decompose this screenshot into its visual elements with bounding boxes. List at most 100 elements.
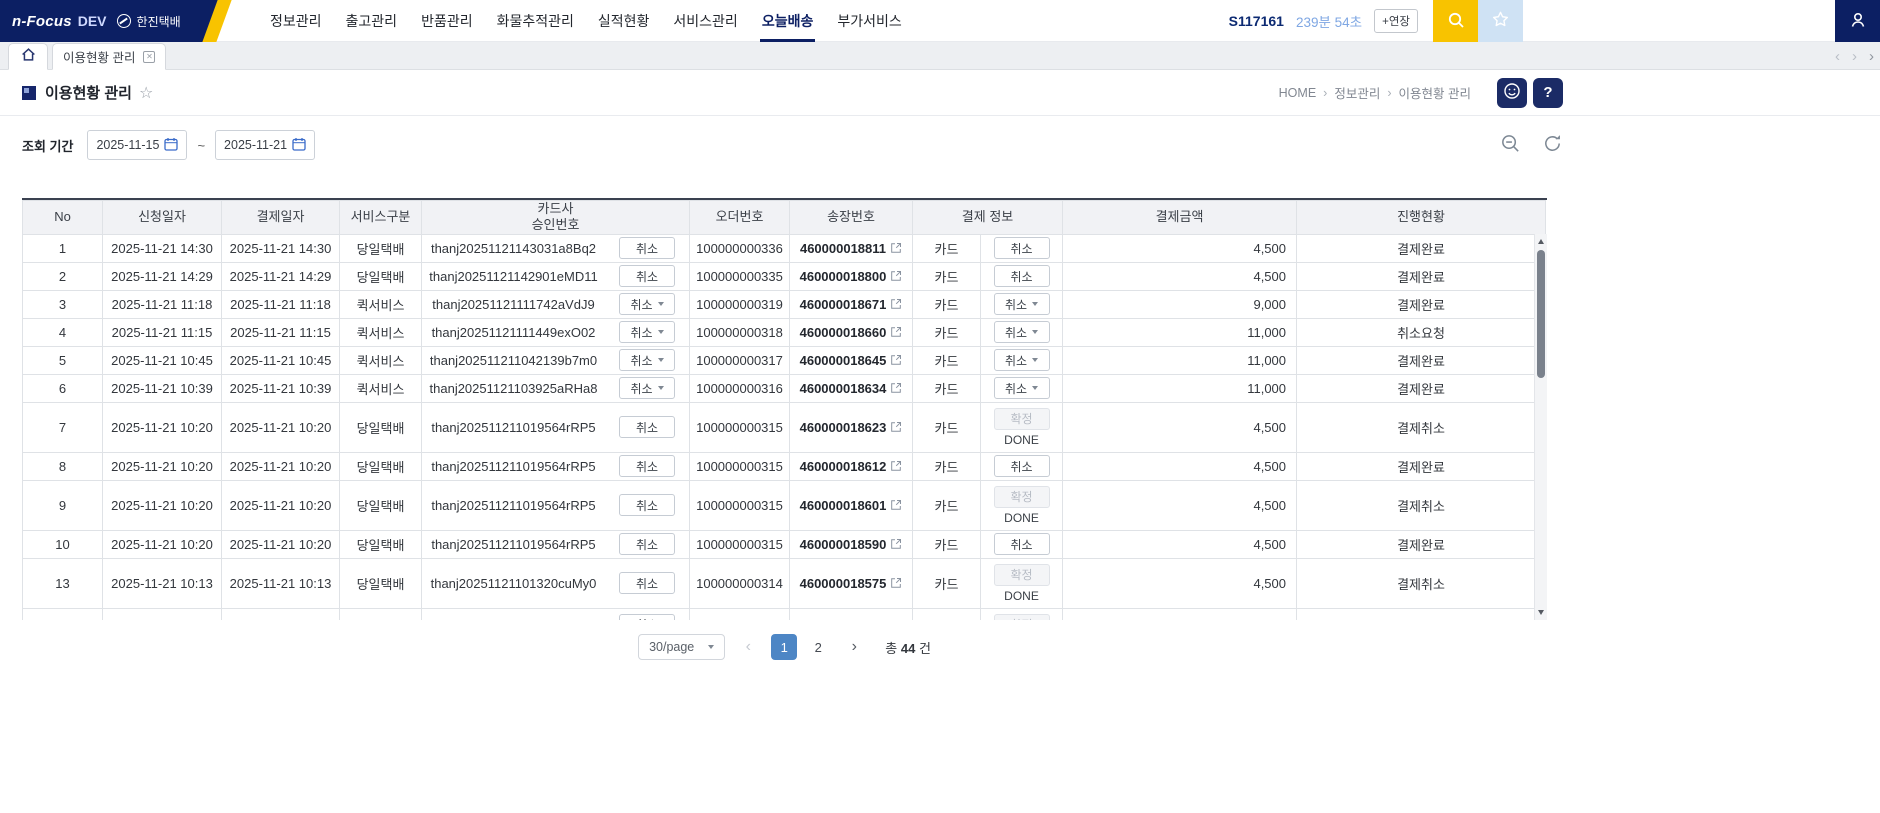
tab-scroll-right-icon[interactable]: › [1852,48,1857,65]
pagination-page-1[interactable]: 1 [771,634,797,660]
chevron-down-icon [658,330,664,334]
payment-cancel-button[interactable]: 취소 [994,237,1050,259]
profile-button[interactable] [1835,0,1880,42]
breadcrumb-item[interactable]: HOME [1279,86,1317,100]
cell-service-type: 퀵서비스 [340,346,422,374]
vertical-scrollbar[interactable] [1534,234,1547,620]
invoice-external-link-icon[interactable] [890,298,902,310]
payment-cancel-button[interactable]: 취소 [994,455,1050,477]
cell-status: 결제완료 [1297,262,1546,290]
chevron-down-icon [1032,302,1038,306]
invoice-external-link-icon[interactable] [890,326,902,338]
approval-number: thanj20251121111449exO02 [422,325,605,340]
cell-pay-method: 카드 [913,262,981,290]
scrollbar-thumb[interactable] [1537,250,1545,378]
cell-no [23,608,103,620]
payment-cancel-button[interactable]: 취소 [994,533,1050,555]
invoice-external-link-icon[interactable] [890,460,902,472]
breadcrumb-item[interactable]: 이용현황 관리 [1399,83,1471,102]
calendar-icon[interactable] [292,137,306,154]
approval-cancel-button[interactable]: 취소 [619,377,675,399]
invoice-number: 460000018590 [800,537,887,552]
nav-item-5[interactable]: 실적현황 [596,0,652,42]
cell-request-date: 2025-11-21 11:18 [103,290,222,318]
cell-payment-date: 2025-11-21 11:18 [222,290,340,318]
payment-cancel-button[interactable]: 취소 [994,321,1050,343]
cell-invoice-no: 460000018671 [790,290,913,318]
approval-cancel-button[interactable]: 취소 [619,265,675,287]
invoice-external-link-icon[interactable] [890,354,902,366]
pagination-prev[interactable]: ‹ [735,634,761,660]
nav-item-4[interactable]: 화물추적관리 [495,0,576,42]
nav-item-1[interactable]: 정보관리 [268,0,324,42]
cell-payment-date: 2025-11-21 10:13 [222,558,340,608]
nav-item-8[interactable]: 부가서비스 [835,0,903,42]
approval-cancel-button[interactable]: 취소 [619,455,675,477]
cell-pay-method: 카드 [913,480,981,530]
calendar-icon[interactable] [164,137,178,154]
cell-approval: thanj202511211019564rRP5취소 [422,452,690,480]
scroll-up-icon[interactable] [1538,239,1544,244]
payment-cancel-button[interactable]: 취소 [994,349,1050,371]
invoice-external-link-icon[interactable] [890,538,902,550]
payment-cancel-button[interactable]: 취소 [994,293,1050,315]
grid-body: 12025-11-21 14:302025-11-21 14:30당일택배tha… [23,234,1546,620]
favorites-button[interactable] [1478,0,1523,42]
extend-session-button[interactable]: +연장 [1374,9,1418,33]
invoice-external-link-icon[interactable] [890,499,902,511]
invoice-external-link-icon[interactable] [890,382,902,394]
help-button[interactable]: ? [1533,78,1563,108]
usage-table: No 신청일자 결제일자 서비스구분 카드사 승인번호 오더번호 송장번호 결제… [22,200,1546,620]
tab-usage-management[interactable]: 이용현황 관리 ✕ [52,43,166,70]
scroll-down-icon[interactable] [1538,610,1544,615]
tab-scroll-left-icon[interactable]: ‹ [1835,48,1840,65]
collapse-search-button[interactable] [1499,132,1522,158]
approval-cancel-button[interactable]: 취소 [619,293,675,315]
payment-cancel-button[interactable]: 취소 [994,265,1050,287]
tab-overflow-icon[interactable]: › [1869,48,1874,65]
date-from-input[interactable]: 2025-11-15 [87,130,187,160]
table-row: 42025-11-21 11:152025-11-21 11:15퀵서비스tha… [23,318,1546,346]
global-search-button[interactable] [1433,0,1478,42]
invoice-external-link-icon[interactable] [890,577,902,589]
breadcrumb-item[interactable]: 정보관리 [1334,83,1380,102]
payment-confirm-button: 확정 [994,408,1050,430]
pagination-next[interactable]: › [841,634,867,660]
date-to-input[interactable]: 2025-11-21 [215,130,315,160]
refresh-button[interactable] [1542,133,1563,157]
tab-close-icon[interactable]: ✕ [143,51,155,63]
cell-amount: 11,000 [1063,346,1297,374]
table-row: 32025-11-21 11:182025-11-21 11:18퀵서비스tha… [23,290,1546,318]
page-size-select[interactable]: 30/page [638,634,725,660]
approval-cancel-button[interactable]: 취소 [619,572,675,594]
feedback-button[interactable] [1497,78,1527,108]
cell-no: 1 [23,234,103,262]
pagination-page-2[interactable]: 2 [805,634,831,660]
approval-cancel-button[interactable]: 취소 [619,416,675,438]
approval-cancel-button[interactable]: 취소 [619,321,675,343]
nav-item-6[interactable]: 서비스관리 [671,0,739,42]
approval-cancel-button[interactable]: 취소 [619,349,675,371]
invoice-external-link-icon[interactable] [890,242,902,254]
col-request-date: 신청일자 [103,201,222,235]
star-icon [1491,10,1510,32]
approval-cancel-button[interactable]: 취소 [619,533,675,555]
favorite-page-icon[interactable]: ☆ [139,83,153,103]
cell-order-no [690,608,790,620]
app-logo[interactable]: n-Focus DEV 한진택배 [0,0,250,42]
approval-cancel-button[interactable]: 취소 [619,494,675,516]
cell-request-date: 2025-11-21 14:29 [103,262,222,290]
approval-number: thanj20251121111742aVdJ9 [422,297,605,312]
nav-item-7[interactable]: 오늘배송 [760,0,816,42]
cell-payment-date [222,608,340,620]
nav-item-3[interactable]: 반품관리 [419,0,475,42]
invoice-external-link-icon[interactable] [890,270,902,282]
approval-cancel-button[interactable]: 취소 [619,614,675,621]
home-tab[interactable] [8,43,48,70]
payment-cancel-button[interactable]: 취소 [994,377,1050,399]
top-bar: n-Focus DEV 한진택배 정보관리 출고관리 반품관리 화물추적관리 실적현황 서… [0,0,1880,42]
nav-item-2[interactable]: 출고관리 [344,0,400,42]
cell-approval: thanj20251121111449exO02 취소 [422,318,690,346]
invoice-external-link-icon[interactable] [890,421,902,433]
approval-cancel-button[interactable]: 취소 [619,237,675,259]
